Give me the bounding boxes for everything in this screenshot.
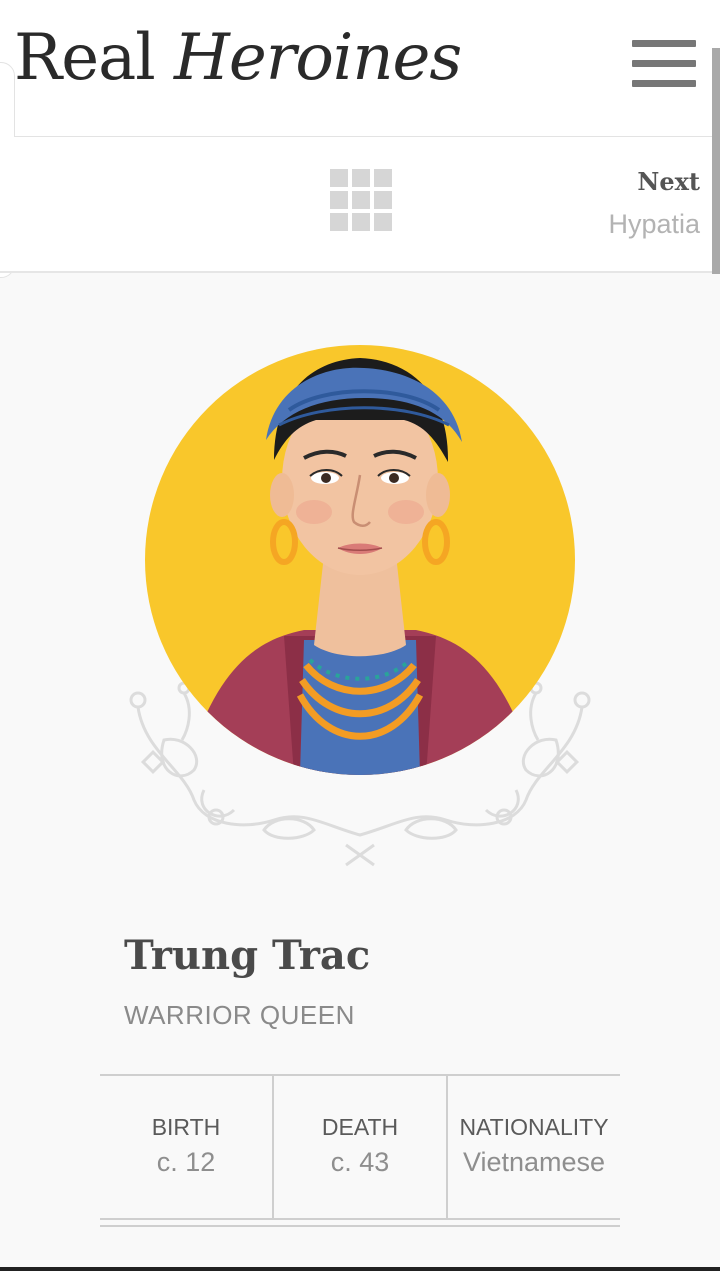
fact-birth: BIRTH c. 12 (100, 1076, 272, 1218)
grid-view-icon[interactable] (330, 169, 392, 231)
scrollbar-thumb[interactable] (712, 48, 720, 274)
shirt (300, 640, 420, 775)
hero-name: Trung Trac (124, 932, 371, 979)
fact-label: BIRTH (151, 1114, 221, 1140)
fact-nationality: NATIONALITY Vietnamese (446, 1076, 620, 1218)
next-hero-link[interactable]: Hypatia (608, 209, 700, 240)
fact-label: DEATH (321, 1114, 399, 1140)
hamburger-menu-icon[interactable] (632, 40, 696, 88)
next-label[interactable]: Next (637, 167, 700, 196)
fact-value: c. 12 (156, 1147, 216, 1177)
fact-value: c. 43 (330, 1147, 390, 1177)
site-logo[interactable]: Real Heroines (14, 26, 462, 90)
hero-portrait-illustration (129, 345, 591, 867)
divider (100, 1225, 620, 1227)
hero-navigation: Next Hypatia (0, 137, 720, 273)
logo-word-heroines: Heroines (174, 21, 462, 95)
site-header: Real Heroines (0, 0, 720, 137)
fact-value: Vietnamese (462, 1147, 606, 1177)
fact-label: NATIONALITY (459, 1114, 609, 1140)
hero-title: WARRIOR QUEEN (124, 1000, 355, 1030)
bottom-edge-bar (0, 1267, 720, 1271)
logo-word-real: Real (14, 21, 175, 95)
hero-facts: BIRTH c. 12 DEATH c. 43 NATIONALITY Viet… (100, 1074, 620, 1220)
fact-death: DEATH c. 43 (272, 1076, 446, 1218)
